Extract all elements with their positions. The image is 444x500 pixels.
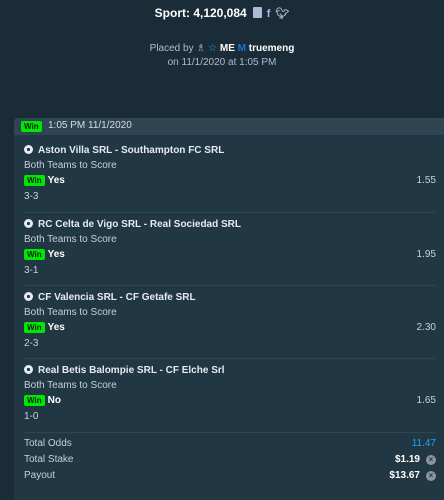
pick: Yes (47, 175, 65, 186)
bet-leg: Real Betis Balompie SRL - CF Elche Srl B… (24, 364, 436, 436)
match-title: RC Celta de Vigo SRL - Real Sociedad SRL (24, 218, 241, 231)
status-badge: Win (21, 121, 42, 132)
leg-odds: 2.30 (416, 322, 436, 333)
sport-line: Sport: 4,120,084 f 🐦︎ (0, 6, 444, 20)
total-odds-value: 11.47 (411, 438, 436, 449)
market-label: Both Teams to Score (24, 307, 117, 318)
soccer-ball-icon (24, 219, 33, 228)
pick: Yes (47, 322, 65, 333)
outcome: Win Yes (24, 174, 65, 187)
slip-header: Win 1:05 PM 11/1/2020 (14, 118, 444, 135)
user-badge: M (237, 43, 246, 54)
bet-header: Sport: 4,120,084 f 🐦︎ Placed by ♗ ☆ ME M t… (0, 0, 444, 118)
market-label: Both Teams to Score (24, 234, 117, 245)
vip-icon: ♗ (196, 43, 206, 54)
payout-label: Payout (24, 470, 56, 481)
match-name: CF Valencia SRL - CF Getafe SRL (38, 292, 196, 303)
total-stake-value: $1.19 (394, 454, 420, 465)
outcome: Win Yes (24, 321, 65, 334)
score: 3-1 (24, 265, 39, 276)
result-badge: Win (24, 394, 45, 406)
placed-by-label: Placed by (149, 43, 194, 54)
bet-leg: CF Valencia SRL - CF Getafe SRL Both Tea… (24, 291, 436, 363)
bet-slip-card: Win 1:05 PM 11/1/2020 Aston Villa SRL - … (14, 118, 444, 500)
leg-odds: 1.65 (416, 395, 436, 406)
outcome: Win Yes (24, 248, 65, 261)
market-label: Both Teams to Score (24, 160, 117, 171)
pick: Yes (47, 249, 65, 260)
slip-timestamp: 1:05 PM 11/1/2020 (48, 120, 132, 131)
payout-value: $13.67 (389, 470, 420, 481)
result-badge: Win (24, 248, 45, 260)
match-title: Real Betis Balompie SRL - CF Elche Srl (24, 364, 225, 377)
soccer-ball-icon (24, 365, 33, 374)
total-stake-row: Total Stake $1.19 × (24, 452, 436, 468)
divider (24, 212, 436, 213)
total-odds-row: Total Odds 11.47 (24, 436, 436, 452)
total-odds-label: Total Odds (24, 438, 72, 449)
match-title: Aston Villa SRL - Southampton FC SRL (24, 144, 224, 157)
market-label: Both Teams to Score (24, 380, 117, 391)
match-name: RC Celta de Vigo SRL - Real Sociedad SRL (38, 219, 242, 230)
match-title: CF Valencia SRL - CF Getafe SRL (24, 291, 196, 304)
result-badge: Win (24, 321, 45, 333)
divider (24, 432, 436, 433)
match-name: Real Betis Balompie SRL - CF Elche Srl (38, 365, 225, 376)
bet-leg: RC Celta de Vigo SRL - Real Sociedad SRL… (24, 218, 436, 290)
user-prefix: ME (219, 43, 235, 54)
placed-date: on 11/1/2020 at 1:05 PM (167, 57, 277, 68)
divider (24, 358, 436, 359)
leg-odds: 1.95 (416, 249, 436, 260)
score: 1-0 (24, 411, 39, 422)
match-name: Aston Villa SRL - Southampton FC SRL (38, 145, 225, 156)
score: 3-3 (24, 191, 39, 202)
soccer-ball-icon (24, 145, 33, 154)
result-badge: Win (24, 174, 45, 186)
facebook-icon[interactable]: f (267, 8, 271, 20)
sport-id: Sport: 4,120,084 (154, 6, 247, 20)
username-link[interactable]: truemeng (249, 43, 295, 54)
coin-icon: × (426, 471, 436, 481)
coin-icon: × (426, 455, 436, 465)
score: 2-3 (24, 338, 39, 349)
divider (24, 285, 436, 286)
leg-odds: 1.55 (416, 175, 436, 186)
outcome: Win No (24, 394, 61, 407)
pick: No (47, 395, 61, 406)
placed-by: Placed by ♗ ☆ ME M truemeng on 11/1/2020… (0, 42, 444, 70)
payout-row: Payout $13.67 × (24, 468, 436, 484)
twitter-icon[interactable]: 🐦︎ (275, 7, 289, 20)
soccer-ball-icon (24, 292, 33, 301)
bet-leg: Aston Villa SRL - Southampton FC SRL Bot… (24, 144, 436, 216)
total-stake-label: Total Stake (24, 454, 74, 465)
copy-icon[interactable] (252, 7, 262, 18)
star-icon: ☆ (208, 43, 218, 54)
